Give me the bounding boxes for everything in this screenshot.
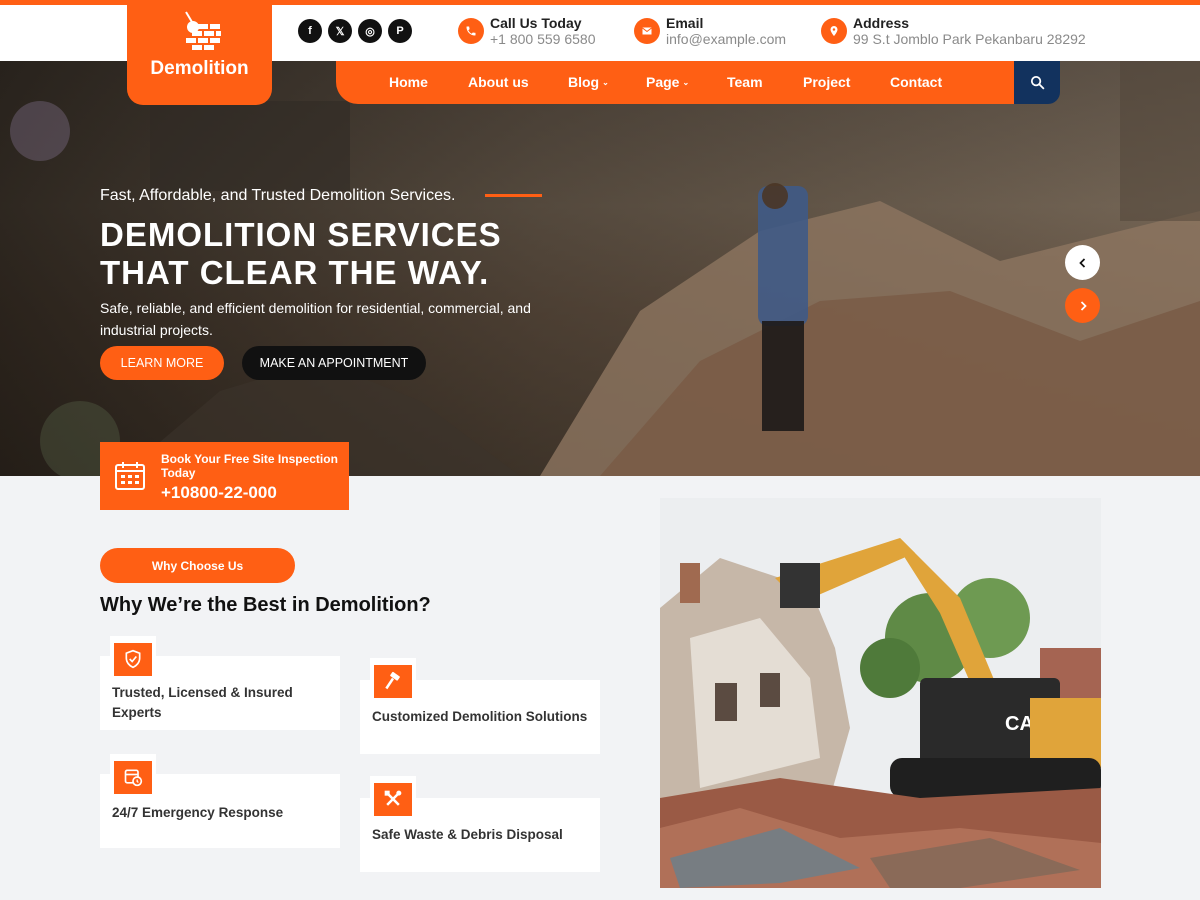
hero-tagline-divider: [485, 194, 542, 197]
pinterest-icon[interactable]: P: [388, 19, 412, 43]
tools-icon: [384, 790, 402, 806]
contact-email-value: info@example.com: [666, 30, 787, 47]
hammer-icon: [385, 671, 400, 690]
nav-item-page-label: Page: [646, 74, 680, 90]
envelope-icon: [634, 18, 660, 44]
learn-more-button[interactable]: LEARN MORE: [100, 346, 224, 380]
contact-phone-value: +1 800 559 6580: [490, 30, 596, 47]
hero-title-line-1: DEMOLITION SERVICES: [100, 216, 502, 253]
feature-badge: [110, 636, 156, 682]
excavator-demolition-photo: CAT: [660, 498, 1101, 888]
excavator-image: CAT: [660, 498, 1101, 888]
nav-item-blog[interactable]: Blog ⌄: [568, 74, 609, 90]
slider-prev-button[interactable]: [1065, 245, 1100, 280]
chevron-down-icon: ⌄: [682, 78, 690, 87]
contact-address-title: Address: [853, 14, 910, 31]
contact-phone-title: Call Us Today: [490, 14, 582, 31]
contact-address[interactable]: Address 99 S.t Jomblo Park Pekanbaru 282…: [821, 14, 1086, 48]
calendar-icon: [115, 462, 145, 490]
search-icon: [1030, 75, 1045, 90]
location-pin-icon: [821, 18, 847, 44]
brand-name: Demolition: [150, 58, 249, 79]
feature-badge: [370, 658, 416, 704]
feature-label: Trusted, Licensed & Insured Experts: [112, 685, 293, 720]
site-logo[interactable]: Demolition: [127, 0, 272, 105]
feature-label: Customized Demolition Solutions: [372, 709, 588, 724]
phone-icon: [458, 18, 484, 44]
contact-phone[interactable]: Call Us Today +1 800 559 6580: [458, 14, 596, 48]
nav-item-team[interactable]: Team: [727, 74, 763, 90]
instagram-icon[interactable]: ◎: [358, 19, 382, 43]
x-icon[interactable]: 𝕏: [328, 19, 352, 43]
booking-text: Book Your Free Site Inspection Today: [161, 452, 338, 480]
hero-tagline: Fast, Affordable, and Trusted Demolition…: [100, 187, 456, 204]
contact-email-title: Email: [666, 14, 704, 31]
nav-item-contact[interactable]: Contact: [890, 74, 942, 90]
booking-cta[interactable]: Book Your Free Site Inspection Today +10…: [100, 442, 349, 510]
calendar-clock-icon: [124, 769, 143, 787]
feature-label: Safe Waste & Debris Disposal: [372, 827, 563, 842]
chevron-left-icon: [1078, 257, 1085, 268]
feature-badge: [370, 776, 416, 822]
hero-title-line-2: THAT CLEAR THE WAY.: [100, 254, 490, 291]
hero-title: DEMOLITION SERVICES THAT CLEAR THE WAY.: [100, 216, 620, 292]
feature-badge: [110, 754, 156, 800]
hero-subtitle: Safe, reliable, and efficient demolition…: [100, 300, 531, 338]
why-choose-us-pill: Why Choose Us: [100, 548, 295, 583]
slider-next-button[interactable]: [1065, 288, 1100, 323]
contact-email[interactable]: Email info@example.com: [634, 14, 786, 48]
nav-item-project[interactable]: Project: [803, 74, 850, 90]
nav-item-page[interactable]: Page ⌄: [646, 74, 689, 90]
wrecking-ball-icon: [184, 11, 221, 50]
shield-check-icon: [125, 649, 141, 669]
feature-label: 24/7 Emergency Response: [112, 805, 284, 820]
chevron-right-icon: [1080, 300, 1087, 311]
make-appointment-button[interactable]: MAKE AN APPOINTMENT: [242, 346, 426, 380]
search-button[interactable]: [1014, 61, 1060, 104]
why-title: Why We’re the Best in Demolition?: [100, 594, 431, 616]
main-nav: Home About us Blog ⌄ Page ⌄ Team Project C…: [336, 61, 1014, 104]
nav-item-about-us[interactable]: About us: [468, 74, 529, 90]
chevron-down-icon: ⌄: [602, 78, 609, 87]
booking-phone: +10800-22-000: [161, 483, 277, 502]
nav-item-home[interactable]: Home: [389, 74, 428, 90]
facebook-icon[interactable]: f: [298, 19, 322, 43]
nav-item-blog-label: Blog: [568, 74, 600, 90]
contact-address-value: 99 S.t Jomblo Park Pekanbaru 28292: [853, 30, 1086, 47]
